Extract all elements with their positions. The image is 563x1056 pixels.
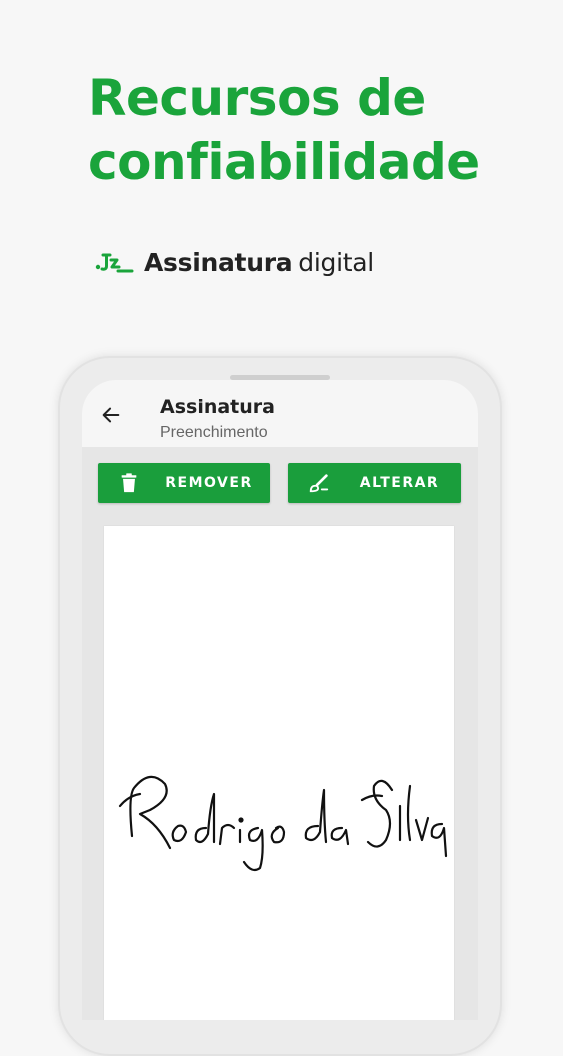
signature-canvas[interactable]: [104, 526, 454, 1020]
headline: Recursos de confiabilidade: [88, 66, 480, 194]
feature-label: Assinatura digital: [144, 248, 374, 277]
headline-line-2: confiabilidade: [88, 133, 480, 191]
feature-label-light: digital: [298, 247, 374, 277]
app-bar-title: Assinatura: [160, 396, 275, 418]
alter-button[interactable]: ALTERAR: [288, 463, 461, 503]
trash-icon: [121, 473, 137, 493]
feature-label-bold: Assinatura: [144, 247, 293, 277]
signature-pen-icon: [95, 253, 134, 273]
brush-icon: [309, 474, 329, 493]
headline-line-1: Recursos de: [88, 69, 426, 127]
app-bar-subtitle: Preenchimento: [160, 424, 268, 441]
arrow-left-icon: [102, 407, 120, 423]
remove-button[interactable]: REMOVER: [98, 463, 270, 503]
alter-button-label: ALTERAR: [359, 475, 440, 491]
feature-digital-signature: Assinatura digital: [94, 244, 374, 280]
signature-drawing: [118, 775, 448, 872]
phone-screen: Assinatura Preenchimento REMOVER ALTERAR: [82, 380, 478, 1020]
back-button[interactable]: [98, 402, 124, 428]
remove-button-label: REMOVER: [165, 475, 253, 491]
app-bar: Assinatura Preenchimento: [82, 380, 478, 447]
